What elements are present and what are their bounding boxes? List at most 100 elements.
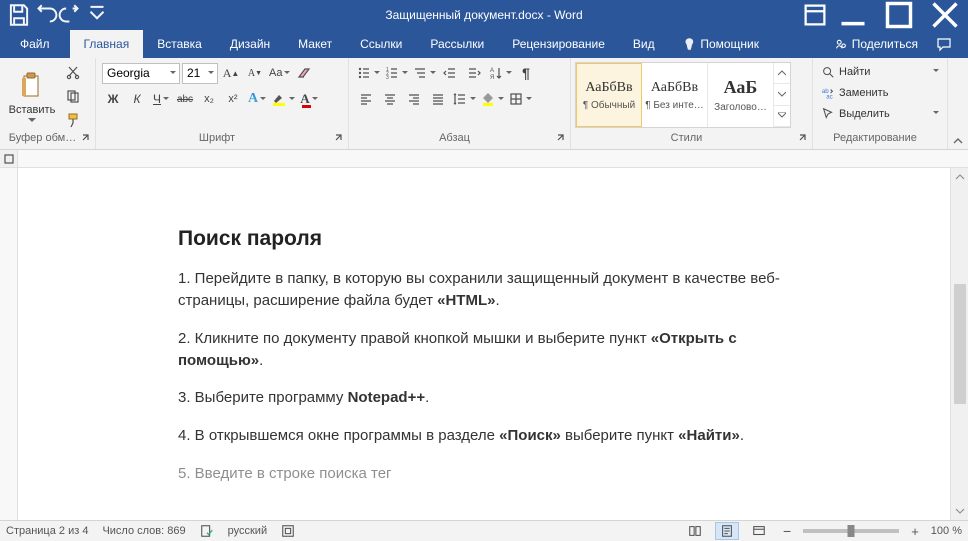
align-right-button[interactable] — [403, 88, 425, 110]
svg-text:A: A — [490, 68, 494, 74]
view-web-layout[interactable] — [747, 522, 771, 540]
superscript-button[interactable]: x² — [222, 88, 244, 110]
view-read-mode[interactable] — [683, 522, 707, 540]
font-color-button[interactable]: A — [298, 88, 320, 110]
document-workspace: Поиск пароля 1. Перейдите в папку, в кот… — [0, 150, 968, 520]
status-spellcheck[interactable] — [200, 524, 214, 538]
title-bar: Защищенный документ.docx - Word — [0, 0, 968, 30]
vertical-ruler[interactable] — [0, 168, 18, 520]
style-name: ¶ Обычный — [583, 100, 635, 111]
document-area[interactable]: Поиск пароля 1. Перейдите в папку, в кот… — [18, 168, 950, 520]
status-macro[interactable] — [281, 524, 295, 538]
increase-indent-button[interactable] — [463, 62, 485, 84]
style-sample: АаБбВв — [585, 80, 632, 96]
undo-button[interactable] — [32, 2, 58, 28]
paragraph-dialog-launcher[interactable] — [556, 133, 568, 145]
select-button[interactable]: Выделить — [819, 104, 941, 124]
underline-button[interactable]: Ч — [150, 88, 172, 110]
change-case-button[interactable]: Aa — [268, 62, 291, 84]
gallery-up-button[interactable] — [774, 63, 790, 84]
text-effects-button[interactable]: A — [246, 88, 268, 110]
view-print-layout[interactable] — [715, 522, 739, 540]
subscript-button[interactable]: x₂ — [198, 88, 220, 110]
group-font: A▲ A▼ Aa Ж К Ч abc x₂ x² A A Шрифт — [96, 58, 349, 149]
align-left-button[interactable] — [355, 88, 377, 110]
find-label: Найти — [839, 66, 870, 78]
paste-button[interactable]: Вставить — [4, 61, 60, 131]
doc-paragraph: 2. Кликните по документу правой кнопкой … — [178, 328, 810, 372]
tab-file[interactable]: Файл — [0, 30, 70, 58]
tab-insert[interactable]: Вставка — [143, 30, 216, 58]
scroll-down-button[interactable] — [953, 504, 967, 518]
tab-review[interactable]: Рецензирование — [498, 30, 619, 58]
style-gallery-scroll — [774, 63, 790, 127]
justify-button[interactable] — [427, 88, 449, 110]
ruler-toggle[interactable] — [0, 150, 18, 168]
zoom-slider[interactable] — [803, 529, 899, 533]
replace-button[interactable]: abac Заменить — [819, 83, 941, 103]
gallery-more-button[interactable] — [774, 106, 790, 127]
sort-button[interactable]: AЯ — [487, 62, 513, 84]
paste-label: Вставить — [9, 104, 56, 116]
font-name-combo[interactable] — [102, 63, 180, 84]
vertical-scrollbar[interactable] — [950, 168, 968, 520]
ribbon: Вставить Буфер обм… A▲ A▼ Aa Ж — [0, 58, 968, 150]
tab-tell-me[interactable]: Помощник — [669, 30, 773, 58]
font-group-label: Шрифт — [199, 132, 235, 144]
styles-dialog-launcher[interactable] — [798, 133, 810, 145]
tab-references[interactable]: Ссылки — [346, 30, 416, 58]
numbering-button[interactable]: 123 — [383, 62, 409, 84]
status-language[interactable]: русский — [228, 525, 267, 537]
borders-button[interactable] — [507, 88, 533, 110]
status-page[interactable]: Страница 2 из 4 — [6, 525, 88, 537]
clear-formatting-button[interactable] — [293, 62, 315, 84]
tab-design[interactable]: Дизайн — [216, 30, 284, 58]
scroll-thumb[interactable] — [954, 284, 966, 404]
show-marks-button[interactable]: ¶ — [515, 62, 537, 84]
style-normal[interactable]: АаБбВв ¶ Обычный — [576, 63, 642, 127]
tab-view[interactable]: Вид — [619, 30, 669, 58]
font-dialog-launcher[interactable] — [334, 133, 346, 145]
style-no-spacing[interactable]: АаБбВв ¶ Без инте… — [642, 63, 708, 127]
zoom-level[interactable]: 100 % — [931, 525, 962, 537]
shrink-font-button[interactable]: A▼ — [244, 62, 266, 84]
highlight-button[interactable] — [270, 88, 296, 110]
status-bar: Страница 2 из 4 Число слов: 869 русский … — [0, 520, 968, 541]
bold-button[interactable]: Ж — [102, 88, 124, 110]
close-button[interactable] — [922, 0, 968, 30]
multilevel-list-button[interactable] — [411, 62, 437, 84]
italic-button[interactable]: К — [126, 88, 148, 110]
scroll-up-button[interactable] — [953, 170, 967, 184]
tab-home[interactable]: Главная — [70, 30, 144, 58]
clipboard-dialog-launcher[interactable] — [81, 133, 93, 145]
decrease-indent-button[interactable] — [439, 62, 461, 84]
status-word-count[interactable]: Число слов: 869 — [102, 525, 185, 537]
zoom-in-button[interactable]: + — [907, 524, 923, 539]
redo-button[interactable] — [58, 2, 84, 28]
format-painter-button[interactable] — [62, 109, 84, 131]
collapse-ribbon-button[interactable] — [948, 58, 968, 149]
minimize-button[interactable] — [830, 0, 876, 30]
copy-button[interactable] — [62, 85, 84, 107]
ribbon-options-button[interactable] — [800, 0, 830, 30]
align-center-button[interactable] — [379, 88, 401, 110]
bullets-button[interactable] — [355, 62, 381, 84]
tab-layout[interactable]: Макет — [284, 30, 346, 58]
line-spacing-button[interactable] — [451, 88, 477, 110]
grow-font-button[interactable]: A▲ — [220, 62, 242, 84]
cut-button[interactable] — [62, 61, 84, 83]
horizontal-ruler[interactable] — [0, 150, 968, 168]
find-button[interactable]: Найти — [819, 62, 941, 82]
zoom-out-button[interactable]: − — [779, 523, 795, 539]
font-size-combo[interactable] — [182, 63, 218, 84]
qat-customize-button[interactable] — [84, 2, 110, 28]
tab-mailings[interactable]: Рассылки — [416, 30, 498, 58]
shading-button[interactable] — [479, 88, 505, 110]
doc-paragraph: 3. Выберите программу Notepad++. — [178, 387, 810, 409]
maximize-button[interactable] — [876, 0, 922, 30]
quick-access-toolbar — [6, 2, 110, 28]
gallery-down-button[interactable] — [774, 84, 790, 105]
strikethrough-button[interactable]: abc — [174, 88, 196, 110]
save-button[interactable] — [6, 2, 32, 28]
style-heading1[interactable]: АаБ Заголово… — [708, 63, 774, 127]
